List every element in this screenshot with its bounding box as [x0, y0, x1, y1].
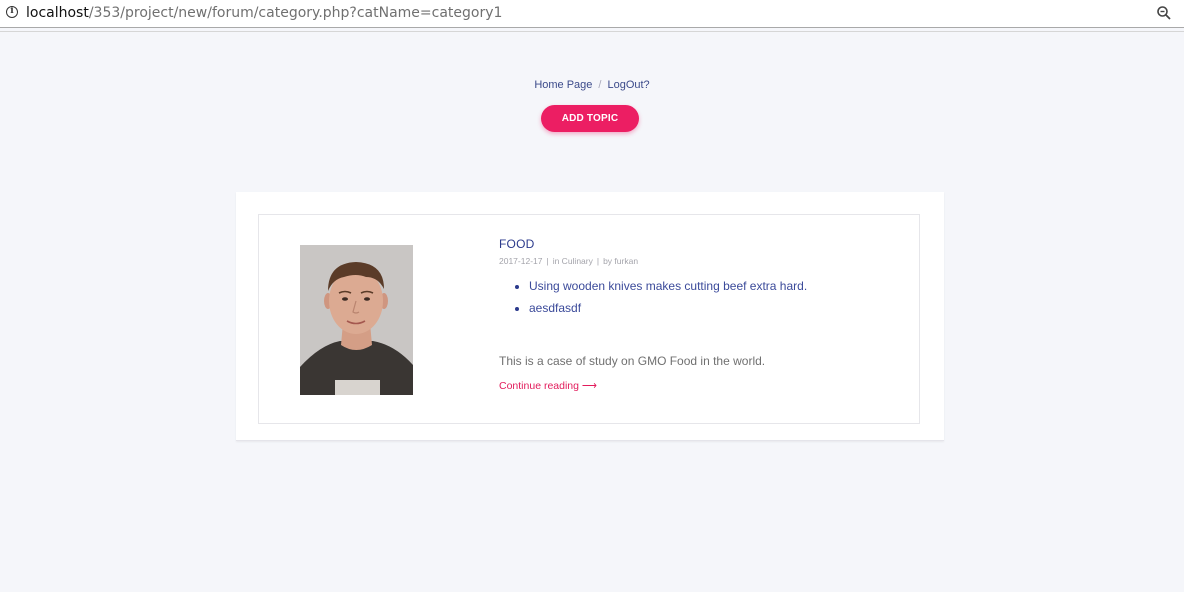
url-text[interactable]: localhost/353/project/new/forum/category… [26, 5, 502, 21]
post-author[interactable]: by furkan [603, 256, 638, 266]
meta-separator: | [596, 256, 600, 266]
post-meta: 2017-12-17 | in Culinary | by furkan [499, 256, 638, 266]
post-excerpt: This is a case of study on GMO Food in t… [499, 354, 766, 368]
address-bar[interactable]: i localhost/353/project/new/forum/catego… [0, 0, 1184, 28]
post-title-link[interactable]: FOOD [499, 237, 534, 251]
post-date: 2017-12-17 [499, 256, 543, 266]
breadcrumb-separator: / [598, 79, 602, 91]
continue-reading-link[interactable]: Continue reading ⟶ [499, 380, 597, 392]
breadcrumb: Home Page / LogOut? [0, 79, 1184, 91]
add-topic-button[interactable]: ADD TOPIC [541, 105, 639, 132]
url-path: /353/project/new/forum/category.php?catN… [88, 5, 503, 21]
info-icon[interactable]: i [6, 6, 18, 18]
url-host: localhost [26, 5, 89, 21]
post-card-inner: FOOD 2017-12-17|in Culinary|by furkan Us… [258, 214, 920, 424]
post-link[interactable]: Using wooden knives makes cutting beef e… [529, 279, 807, 293]
home-link[interactable]: Home Page [534, 79, 592, 91]
toolbar-divider [0, 31, 1184, 32]
meta-separator: | [546, 256, 549, 266]
list-item: aesdfasdf [529, 301, 807, 315]
list-item: Using wooden knives makes cutting beef e… [529, 279, 807, 293]
zoom-icon[interactable] [1156, 5, 1172, 21]
post-link-list: Using wooden knives makes cutting beef e… [511, 279, 807, 323]
post-link[interactable]: aesdfasdf [529, 301, 581, 315]
logout-link[interactable]: LogOut? [607, 79, 649, 91]
post-category[interactable]: in Culinary [553, 256, 593, 266]
author-photo [300, 245, 413, 395]
post-card: FOOD 2017-12-17|in Culinary|by furkan Us… [236, 192, 944, 441]
